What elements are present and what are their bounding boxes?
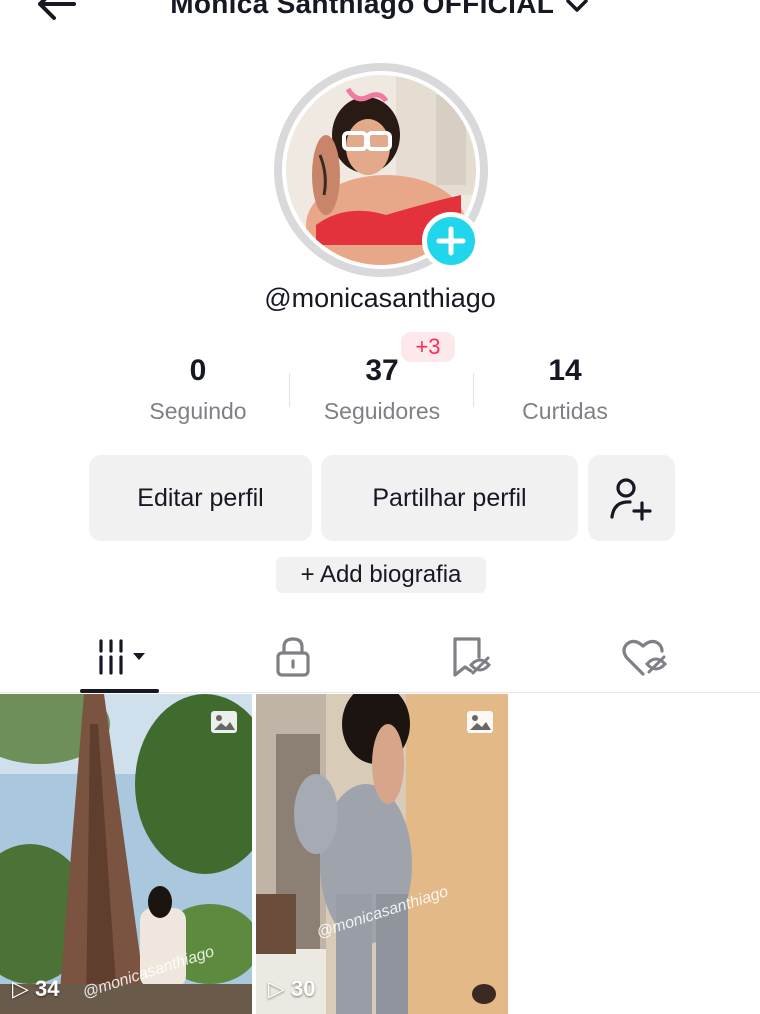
heart-hidden-icon xyxy=(622,639,668,676)
lock-icon xyxy=(276,637,310,677)
plus-icon xyxy=(436,226,466,256)
share-profile-button[interactable]: Partilhar perfil xyxy=(321,455,578,541)
likes-stat[interactable]: 14 Curtidas xyxy=(465,354,665,425)
edit-profile-button[interactable]: Editar perfil xyxy=(89,455,312,541)
post-thumbnail[interactable]: @monicasanthiago ▷ 34 xyxy=(0,694,252,1014)
tab-liked[interactable] xyxy=(550,622,740,692)
post-thumbnail[interactable]: @monicasanthiago ▷ 30 xyxy=(256,694,508,1014)
tab-videos[interactable] xyxy=(30,622,220,692)
view-count: ▷ 34 xyxy=(12,976,60,1001)
likes-count: 14 xyxy=(548,354,582,387)
bookmark-hidden-icon xyxy=(453,637,492,677)
view-count: ▷ 30 xyxy=(268,976,316,1001)
add-friends-button[interactable] xyxy=(588,455,675,541)
tab-private[interactable] xyxy=(198,622,388,692)
active-tab-indicator xyxy=(80,689,159,693)
chevron-down-icon xyxy=(133,653,145,660)
account-title: Monica Santhiago OFFICIAL xyxy=(170,0,554,19)
photo-icon xyxy=(211,711,237,733)
following-count: 0 xyxy=(189,354,207,387)
photo-icon xyxy=(467,711,493,733)
account-switcher[interactable]: Monica Santhiago OFFICIAL xyxy=(0,0,760,20)
profile-handle: @monicasanthiago xyxy=(264,283,496,313)
post-image xyxy=(256,694,508,1014)
add-user-icon xyxy=(610,478,652,521)
followers-delta-badge: +3 xyxy=(401,332,455,362)
chevron-down-icon xyxy=(566,0,588,12)
followers-stat[interactable]: 37 Seguidores xyxy=(282,354,482,425)
following-label: Seguindo xyxy=(149,398,247,424)
following-stat[interactable]: 0 Seguindo xyxy=(98,354,298,425)
post-image xyxy=(0,694,252,1014)
tab-favorites[interactable] xyxy=(376,622,566,692)
likes-label: Curtidas xyxy=(522,398,608,424)
add-bio-button[interactable]: + Add biografia xyxy=(276,557,486,593)
grid-icon xyxy=(99,639,145,675)
followers-label: Seguidores xyxy=(323,398,441,424)
add-avatar-button[interactable] xyxy=(422,212,480,270)
